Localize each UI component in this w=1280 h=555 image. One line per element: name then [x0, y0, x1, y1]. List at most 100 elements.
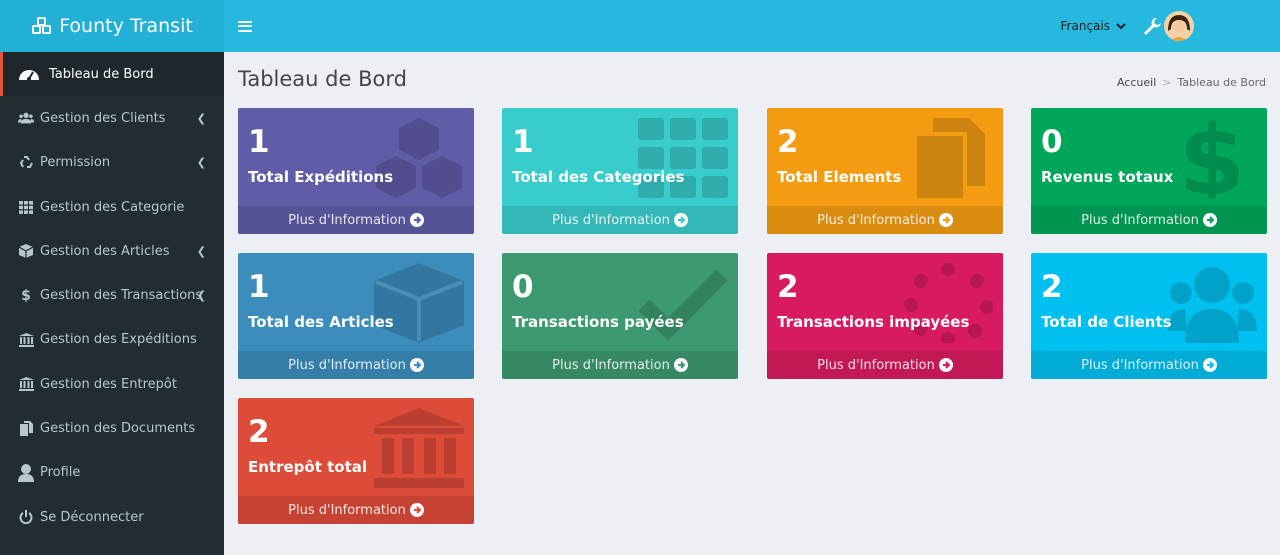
more-info-label: Plus d'Information — [1081, 357, 1199, 373]
more-info-label: Plus d'Information — [288, 212, 406, 228]
stat-box: 1 Total Expéditions Plus d'Information — [238, 108, 474, 234]
arrow-circle-right-icon — [409, 358, 424, 372]
stat-box: 2 Entrepôt total Plus d'Information — [238, 398, 474, 524]
user-icon — [18, 463, 34, 482]
more-info-link[interactable]: Plus d'Information — [767, 351, 1003, 379]
stat-label: Revenus totaux — [1041, 168, 1174, 186]
stat-value: 2 — [777, 124, 799, 160]
stat-box: 0 Transactions payées Plus d'Information — [502, 253, 738, 379]
stat-value: 0 — [1041, 124, 1063, 160]
more-info-link[interactable]: Plus d'Information — [238, 496, 474, 524]
dashboard-icon — [18, 66, 40, 82]
sidebar-item-articles[interactable]: Gestion des Articles ❮ — [0, 229, 224, 273]
check-icon — [638, 263, 728, 343]
user-avatar[interactable] — [1164, 11, 1194, 41]
bank-icon — [18, 332, 34, 348]
grid-icon — [18, 199, 34, 215]
language-label: Français — [1060, 19, 1110, 33]
stat-value: 2 — [1041, 269, 1063, 305]
cubes-icon — [32, 17, 52, 34]
stat-label: Total des Categories — [512, 168, 685, 186]
language-selector[interactable]: Français — [1061, 19, 1126, 33]
sidebar-item-label: Tableau de Bord — [49, 66, 154, 82]
stat-box: 1 Total des Categories Plus d'Information — [502, 108, 738, 234]
sidebar-item-entrepot[interactable]: Gestion des Entrepôt — [0, 362, 224, 406]
chevron-left-icon: ❮ — [196, 289, 206, 303]
stat-label: Transactions payées — [512, 313, 684, 331]
breadcrumb-current: Tableau de Bord — [1177, 76, 1267, 89]
dollar-icon: $ — [1167, 108, 1257, 217]
sidebar-item-logout[interactable]: Se Déconnecter — [0, 495, 224, 539]
chevron-left-icon: ❮ — [196, 111, 206, 125]
stat-label: Total de Clients — [1041, 313, 1172, 331]
stat-box: 2 Transactions impayées Plus d'Information — [767, 253, 1003, 379]
sidebar-item-categories[interactable]: Gestion des Categorie — [0, 185, 224, 229]
sidebar-item-documents[interactable]: Gestion des Documents — [0, 406, 224, 450]
more-info-label: Plus d'Information — [817, 357, 935, 373]
arrow-circle-right-icon — [938, 213, 953, 227]
sidebar-item-clients[interactable]: Gestion des Clients ❮ — [0, 96, 224, 140]
more-info-label: Plus d'Information — [817, 212, 935, 228]
more-info-link[interactable]: Plus d'Information — [767, 206, 1003, 234]
arrow-circle-right-icon — [1202, 358, 1217, 372]
users-icon — [1167, 263, 1257, 343]
chevron-down-icon — [1116, 23, 1126, 30]
sidebar-toggle-button[interactable] — [238, 20, 252, 32]
stat-label: Total Expéditions — [248, 168, 394, 186]
page-title: Tableau de Bord — [238, 67, 407, 91]
copy-icon — [903, 118, 993, 198]
users-icon — [18, 110, 34, 126]
brand-name: Founty Transit — [59, 15, 193, 37]
bank-icon — [18, 376, 34, 392]
sidebar: Tableau de Bord Gestion des Clients ❮ Pe… — [0, 52, 224, 555]
power-icon — [18, 509, 34, 525]
arrow-circle-right-icon — [409, 213, 424, 227]
stat-box: $0 Revenus totaux Plus d'Information — [1031, 108, 1267, 234]
chevron-left-icon: ❮ — [196, 244, 206, 258]
breadcrumb-home-link[interactable]: Accueil — [1117, 76, 1156, 89]
wrench-icon[interactable] — [1142, 16, 1162, 36]
sidebar-item-label: Gestion des Documents — [40, 421, 196, 437]
sidebar-item-expeditions[interactable]: Gestion des Expéditions — [0, 318, 224, 362]
cube-icon — [18, 243, 34, 259]
sidebar-item-label: Gestion des Articles — [40, 243, 170, 259]
sidebar-item-transactions[interactable]: $ Gestion des Transactions ❮ — [0, 273, 224, 317]
top-navbar: Français — [224, 0, 1280, 52]
recycle-icon — [18, 155, 34, 171]
arrow-circle-right-icon — [409, 503, 424, 517]
more-info-link[interactable]: Plus d'Information — [238, 206, 474, 234]
sidebar-item-label: Permission — [40, 155, 111, 171]
more-info-link[interactable]: Plus d'Information — [1031, 206, 1267, 234]
more-info-link[interactable]: Plus d'Information — [238, 351, 474, 379]
sidebar-item-profile[interactable]: Profile — [0, 451, 224, 495]
more-info-link[interactable]: Plus d'Information — [1031, 351, 1267, 379]
stat-value: 1 — [248, 124, 270, 160]
sidebar-item-dashboard[interactable]: Tableau de Bord — [0, 52, 224, 97]
sidebar-item-permission[interactable]: Permission ❮ — [0, 141, 224, 185]
arrow-circle-right-icon — [673, 358, 688, 372]
dollar-icon: $ — [21, 287, 31, 304]
sidebar-item-label: Gestion des Entrepôt — [40, 376, 177, 392]
arrow-circle-right-icon — [938, 358, 953, 372]
stat-label: Entrepôt total — [248, 458, 368, 476]
sidebar-item-label: Se Déconnecter — [40, 509, 144, 525]
more-info-label: Plus d'Information — [288, 357, 406, 373]
stat-value: 1 — [512, 124, 534, 160]
breadcrumb-separator: > — [1162, 76, 1172, 89]
sidebar-item-label: Gestion des Clients — [40, 110, 166, 126]
svg-text:$: $ — [1179, 118, 1246, 198]
more-info-link[interactable]: Plus d'Information — [502, 206, 738, 234]
grid-icon — [638, 118, 728, 198]
more-info-label: Plus d'Information — [552, 357, 670, 373]
stat-value: 2 — [777, 269, 799, 305]
cube-icon — [374, 263, 464, 343]
chevron-left-icon: ❮ — [196, 156, 206, 170]
more-info-link[interactable]: Plus d'Information — [502, 351, 738, 379]
more-info-label: Plus d'Information — [288, 502, 406, 518]
cubes-icon — [374, 118, 464, 198]
brand-logo[interactable]: Founty Transit — [0, 0, 224, 52]
stat-box: 2 Total Elements Plus d'Information — [767, 108, 1003, 234]
arrow-circle-right-icon — [673, 213, 688, 227]
stat-value: 1 — [248, 269, 270, 305]
copy-icon — [18, 421, 34, 437]
